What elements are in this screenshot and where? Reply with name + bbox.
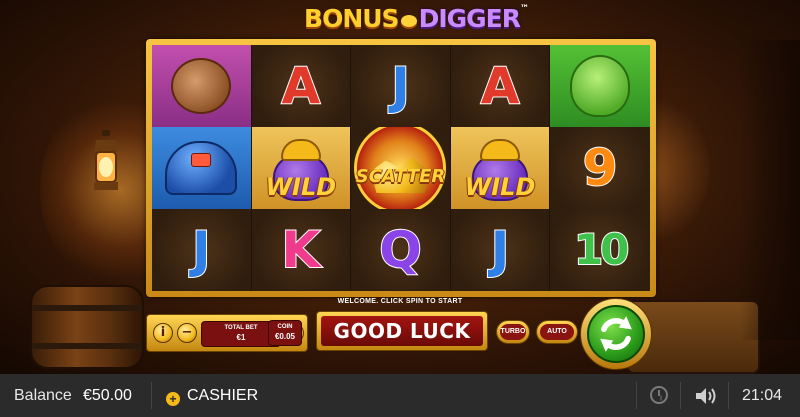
reel-cell: A xyxy=(251,45,352,127)
reel-cell: SCATTER xyxy=(351,127,451,209)
reel-cell xyxy=(152,45,252,127)
reel-cell: A xyxy=(450,45,551,127)
spin-button-face[interactable] xyxy=(587,305,645,363)
turbo-label: TURBO xyxy=(500,324,526,340)
clock-time: 21:04 xyxy=(742,387,783,404)
symbol-a: A xyxy=(281,57,322,115)
gold-nugget-icon xyxy=(400,15,417,27)
coin-caption: COIN xyxy=(277,324,293,330)
reel-grid: A J A WILD SCATTER WILD 9 J K Q J 10 xyxy=(152,45,650,291)
status-message: WELCOME. CLICK SPIN TO START xyxy=(337,298,463,305)
scatter-symbol-label: SCATTER xyxy=(355,166,446,187)
history-clock-icon[interactable] xyxy=(650,386,668,404)
reel-cell: WILD xyxy=(450,127,551,209)
refresh-arrows-icon xyxy=(600,316,632,352)
divider xyxy=(151,382,152,409)
reel-cell xyxy=(152,127,252,209)
barrel-decoration xyxy=(30,285,144,369)
symbol-j: J xyxy=(191,221,212,279)
auto-label: AUTO xyxy=(540,324,574,340)
good-luck-label: GOOD LUCK xyxy=(321,316,483,346)
divider xyxy=(636,382,637,409)
helmet-lamp-icon xyxy=(191,153,212,167)
auto-button[interactable]: AUTO xyxy=(536,320,578,344)
cave-wall xyxy=(740,40,800,340)
logo-word-digger: DIGGER xyxy=(418,4,521,33)
symbol-j: J xyxy=(490,221,511,279)
wild-symbol-label: WILD xyxy=(464,173,536,201)
frog-icon xyxy=(570,55,631,117)
status-button: GOOD LUCK xyxy=(316,311,488,351)
divider xyxy=(728,382,729,409)
cashier-button[interactable]: CASHIER xyxy=(187,387,258,405)
game-stage: BONUS DIGGER™ A J A WILD SCATTER WILD 9 J K Q J 10 W… xyxy=(0,0,800,374)
reel-cell: J xyxy=(450,209,551,291)
speaker-icon[interactable] xyxy=(694,386,718,406)
reels-frame: A J A WILD SCATTER WILD 9 J K Q J 10 xyxy=(146,39,656,297)
symbol-q: Q xyxy=(378,221,422,279)
wild-symbol-label: WILD xyxy=(265,173,337,201)
turbo-button[interactable]: TURBO xyxy=(496,320,530,344)
symbol-10: 10 xyxy=(573,225,630,274)
reel-cell: K xyxy=(251,209,352,291)
balance-value: €50.00 xyxy=(83,387,132,404)
reel-cell: J xyxy=(351,45,451,127)
info-button[interactable]: i xyxy=(153,323,173,343)
reel-cell: 10 xyxy=(550,209,650,291)
reel-cell: 9 xyxy=(550,127,650,209)
reel-cell: Q xyxy=(351,209,451,291)
symbol-9: 9 xyxy=(582,139,619,197)
coin-panel: COIN €0.05 xyxy=(268,314,312,352)
mole-hat-icon xyxy=(480,139,521,161)
balance-label: Balance xyxy=(14,387,72,404)
bet-decrease-button[interactable]: − xyxy=(177,323,197,343)
symbol-a: A xyxy=(480,57,521,115)
symbol-k: K xyxy=(281,221,322,279)
game-logo: BONUS DIGGER™ xyxy=(296,4,536,40)
reel-cell: WILD xyxy=(251,127,352,209)
mole-hat-icon xyxy=(280,139,321,161)
reel-cell: J xyxy=(152,209,252,291)
coin-value: €0.05 xyxy=(274,332,296,341)
symbol-j: J xyxy=(390,57,411,115)
armadillo-icon xyxy=(171,58,232,114)
logo-word-bonus: BONUS xyxy=(304,4,400,33)
miner-helmet-icon xyxy=(165,141,238,195)
coin-display[interactable]: COIN €0.05 xyxy=(268,320,302,346)
bottom-bar: Balance €50.00 + CASHIER 21:04 xyxy=(0,374,800,417)
cashier-plus-icon[interactable]: + xyxy=(166,392,180,406)
divider xyxy=(680,382,681,409)
spin-button[interactable] xyxy=(580,298,652,370)
lantern-icon xyxy=(94,130,118,190)
trademark-mark: ™ xyxy=(519,4,529,14)
reel-cell xyxy=(550,45,650,127)
